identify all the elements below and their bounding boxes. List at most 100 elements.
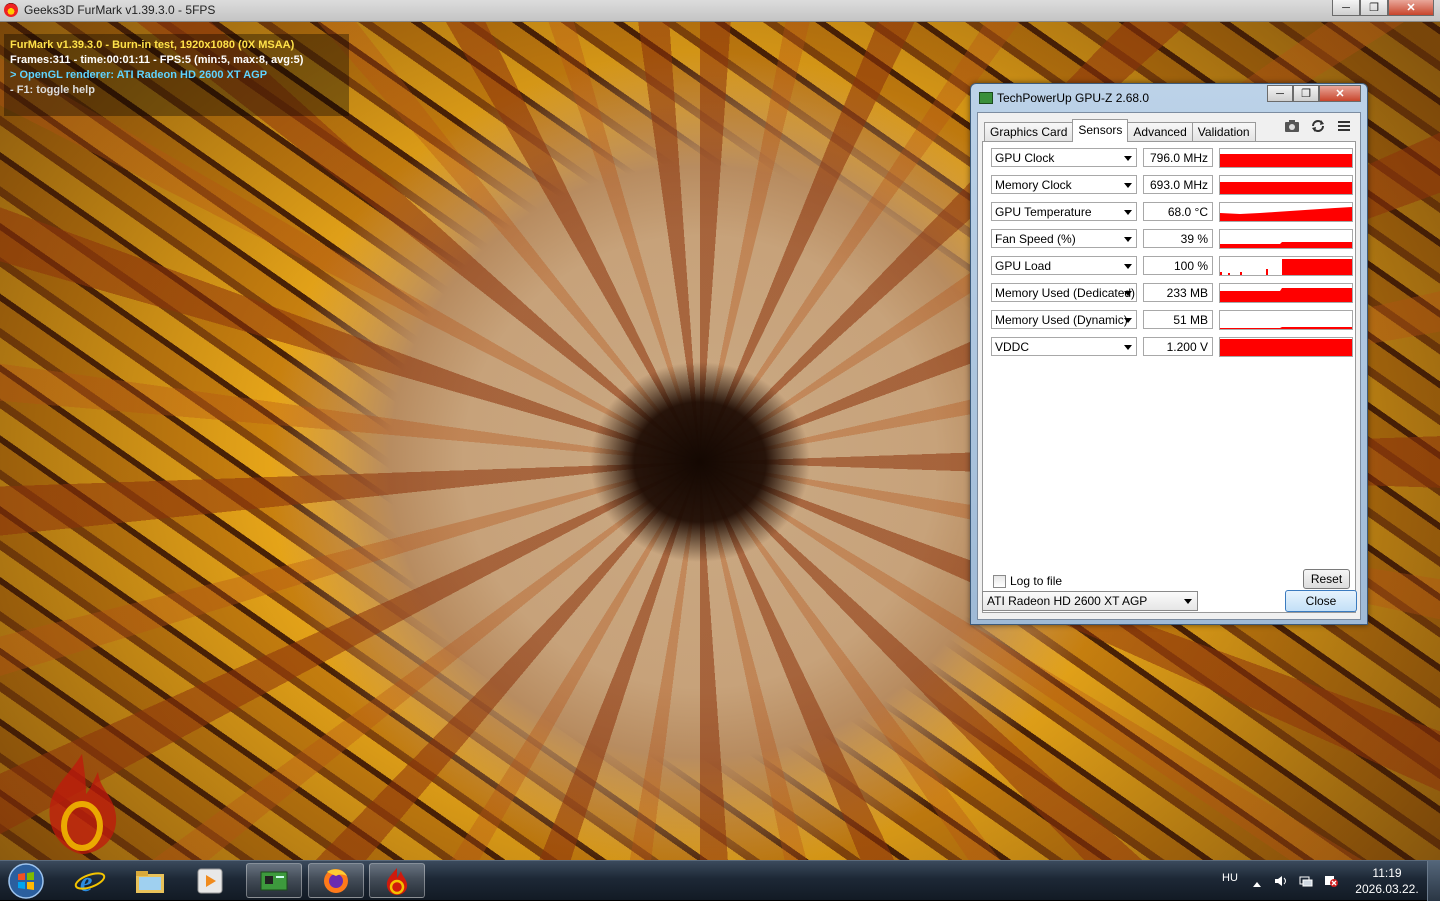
overlay-line-help: - F1: toggle help bbox=[10, 84, 95, 96]
taskbar-file-explorer[interactable] bbox=[122, 863, 178, 898]
internet-explorer-icon: e bbox=[74, 867, 106, 896]
system-clock[interactable]: 11:19 2026.03.22. bbox=[1352, 865, 1422, 897]
reset-button[interactable]: Reset bbox=[1303, 569, 1350, 589]
show-desktop-button[interactable] bbox=[1427, 861, 1440, 901]
sensor-name: Memory Clock bbox=[995, 178, 1072, 192]
file-explorer-icon bbox=[136, 870, 164, 893]
show-hidden-icons-icon[interactable] bbox=[1252, 877, 1262, 889]
close-icon: ✕ bbox=[1406, 2, 1416, 14]
sensor-value: 1.200 V bbox=[1143, 337, 1213, 356]
taskbar-media-player[interactable] bbox=[182, 863, 238, 898]
sensor-value: 100 % bbox=[1143, 256, 1213, 275]
sensor-name-dropdown[interactable]: Memory Clock bbox=[991, 175, 1137, 194]
chevron-down-icon bbox=[1124, 183, 1132, 188]
minimize-icon: ─ bbox=[1342, 1, 1350, 14]
taskbar-gpuz[interactable] bbox=[246, 863, 302, 898]
chevron-down-icon bbox=[1124, 210, 1132, 215]
sensor-name-dropdown[interactable]: GPU Load bbox=[991, 256, 1137, 275]
sensor-name-dropdown[interactable]: Memory Used (Dedicated) bbox=[991, 283, 1137, 302]
chevron-down-icon bbox=[1124, 237, 1132, 242]
gpu-select-dropdown[interactable]: ATI Radeon HD 2600 XT AGP bbox=[982, 591, 1198, 611]
furmark-titlebar[interactable]: Geeks3D FurMark v1.39.3.0 - 5FPS ─ ❐ ✕ bbox=[0, 0, 1440, 22]
maximize-button[interactable]: ❐ bbox=[1360, 0, 1388, 16]
close-button[interactable]: ✕ bbox=[1388, 0, 1434, 16]
network-icon[interactable] bbox=[1299, 875, 1313, 887]
sensor-name: Memory Used (Dedicated) bbox=[995, 286, 1136, 300]
sensor-graph bbox=[1219, 283, 1353, 303]
sensor-row-fan-speed: Fan Speed (%) 39 % bbox=[991, 229, 1353, 250]
refresh-icon[interactable] bbox=[1310, 119, 1326, 133]
graph-fill bbox=[1282, 259, 1352, 275]
volume-icon[interactable] bbox=[1274, 875, 1288, 887]
sensor-graph bbox=[1219, 337, 1353, 357]
sensor-value: 796.0 MHz bbox=[1143, 148, 1213, 167]
sensor-name: GPU Clock bbox=[995, 151, 1055, 165]
log-to-file-label: Log to file bbox=[1010, 574, 1063, 588]
overlay-line-renderer: > OpenGL renderer: ATI Radeon HD 2600 XT… bbox=[10, 69, 268, 81]
taskbar: e HU 11:19 2026.03.22. bbox=[0, 860, 1440, 901]
gpuz-app-icon bbox=[979, 92, 993, 104]
windows-start-icon[interactable] bbox=[4, 862, 48, 900]
sensor-row-memory-clock: Memory Clock 693.0 MHz bbox=[991, 175, 1353, 196]
gpuz-taskbar-icon bbox=[260, 871, 288, 890]
close-button-gpuz[interactable]: Close bbox=[1285, 590, 1357, 612]
sensor-graph bbox=[1219, 148, 1353, 168]
gpuz-minimize-button[interactable]: ─ bbox=[1267, 85, 1293, 102]
sensor-name: Memory Used (Dynamic) bbox=[995, 313, 1128, 327]
gpuz-tab-bar: Graphics Card Sensors Advanced Validatio… bbox=[984, 119, 1256, 142]
furmark-flame-logo-icon bbox=[49, 754, 117, 854]
sensor-value: 233 MB bbox=[1143, 283, 1213, 302]
sensor-row-vddc: VDDC 1.200 V bbox=[991, 337, 1353, 358]
graph-fill bbox=[1220, 339, 1352, 356]
sensor-name-dropdown[interactable]: Fan Speed (%) bbox=[991, 229, 1137, 248]
menu-icon[interactable] bbox=[1336, 119, 1352, 133]
sensor-name-dropdown[interactable]: GPU Temperature bbox=[991, 202, 1137, 221]
graph-fill bbox=[1220, 242, 1352, 248]
action-center-icon[interactable] bbox=[1324, 875, 1338, 887]
sensor-name-dropdown[interactable]: VDDC bbox=[991, 337, 1137, 356]
gpuz-body: Graphics Card Sensors Advanced Validatio… bbox=[977, 112, 1361, 620]
minimize-button[interactable]: ─ bbox=[1332, 0, 1360, 16]
gpuz-window[interactable]: TechPowerUp GPU-Z 2.68.0 ─ ❐ ✕ Graphics … bbox=[970, 83, 1368, 625]
gpuz-titlebar[interactable]: TechPowerUp GPU-Z 2.68.0 ─ ❐ ✕ bbox=[971, 84, 1367, 110]
chevron-down-icon bbox=[1124, 345, 1132, 350]
furmark-window-title: Geeks3D FurMark v1.39.3.0 - 5FPS bbox=[24, 3, 216, 17]
sensor-value: 693.0 MHz bbox=[1143, 175, 1213, 194]
sensor-value: 68.0 °C bbox=[1143, 202, 1213, 221]
clock-time: 11:19 bbox=[1372, 866, 1402, 880]
sensor-name: VDDC bbox=[995, 340, 1030, 354]
graph-fill bbox=[1220, 327, 1352, 329]
sensor-name: GPU Temperature bbox=[995, 205, 1092, 219]
chevron-down-icon bbox=[1124, 291, 1132, 296]
camera-icon[interactable] bbox=[1284, 119, 1300, 133]
sensor-panel: GPU Clock 796.0 MHz Memory Clock 693.0 M… bbox=[982, 141, 1356, 613]
sensor-name-dropdown[interactable]: Memory Used (Dynamic) bbox=[991, 310, 1137, 329]
overlay-line-frames: Frames:311 - time:00:01:11 - FPS:5 (min:… bbox=[10, 54, 304, 66]
sensor-value: 51 MB bbox=[1143, 310, 1213, 329]
overlay-line-title: FurMark v1.39.3.0 - Burn-in test, 1920x1… bbox=[10, 39, 295, 51]
checkbox-box[interactable] bbox=[993, 574, 1006, 588]
maximize-icon: ❐ bbox=[1301, 88, 1311, 100]
taskbar-internet-explorer[interactable]: e bbox=[62, 863, 118, 898]
log-to-file-checkbox[interactable]: Log to file bbox=[993, 574, 1062, 588]
sensor-name: Fan Speed (%) bbox=[995, 232, 1076, 246]
graph-fill bbox=[1220, 207, 1352, 221]
sensor-graph bbox=[1219, 310, 1353, 330]
sensor-row-memory-used-dynamic: Memory Used (Dynamic) 51 MB bbox=[991, 310, 1353, 331]
chevron-down-icon bbox=[1124, 156, 1132, 161]
graph-fill bbox=[1220, 154, 1352, 167]
tab-validation[interactable]: Validation bbox=[1191, 122, 1256, 142]
svg-text:e: e bbox=[80, 867, 92, 896]
gpuz-maximize-button[interactable]: ❐ bbox=[1293, 85, 1319, 102]
gpuz-close-x-button[interactable]: ✕ bbox=[1319, 85, 1361, 102]
sensor-name-dropdown[interactable]: GPU Clock bbox=[991, 148, 1137, 167]
sensor-graph bbox=[1219, 256, 1353, 276]
tab-graphics-card[interactable]: Graphics Card bbox=[984, 122, 1074, 142]
taskbar-firefox[interactable] bbox=[308, 863, 364, 898]
sensor-name: GPU Load bbox=[995, 259, 1052, 273]
tab-sensors[interactable]: Sensors bbox=[1072, 119, 1129, 142]
taskbar-furmark[interactable] bbox=[369, 863, 425, 898]
firefox-icon bbox=[324, 868, 348, 893]
close-icon: ✕ bbox=[1335, 88, 1345, 100]
tab-advanced[interactable]: Advanced bbox=[1127, 122, 1193, 142]
